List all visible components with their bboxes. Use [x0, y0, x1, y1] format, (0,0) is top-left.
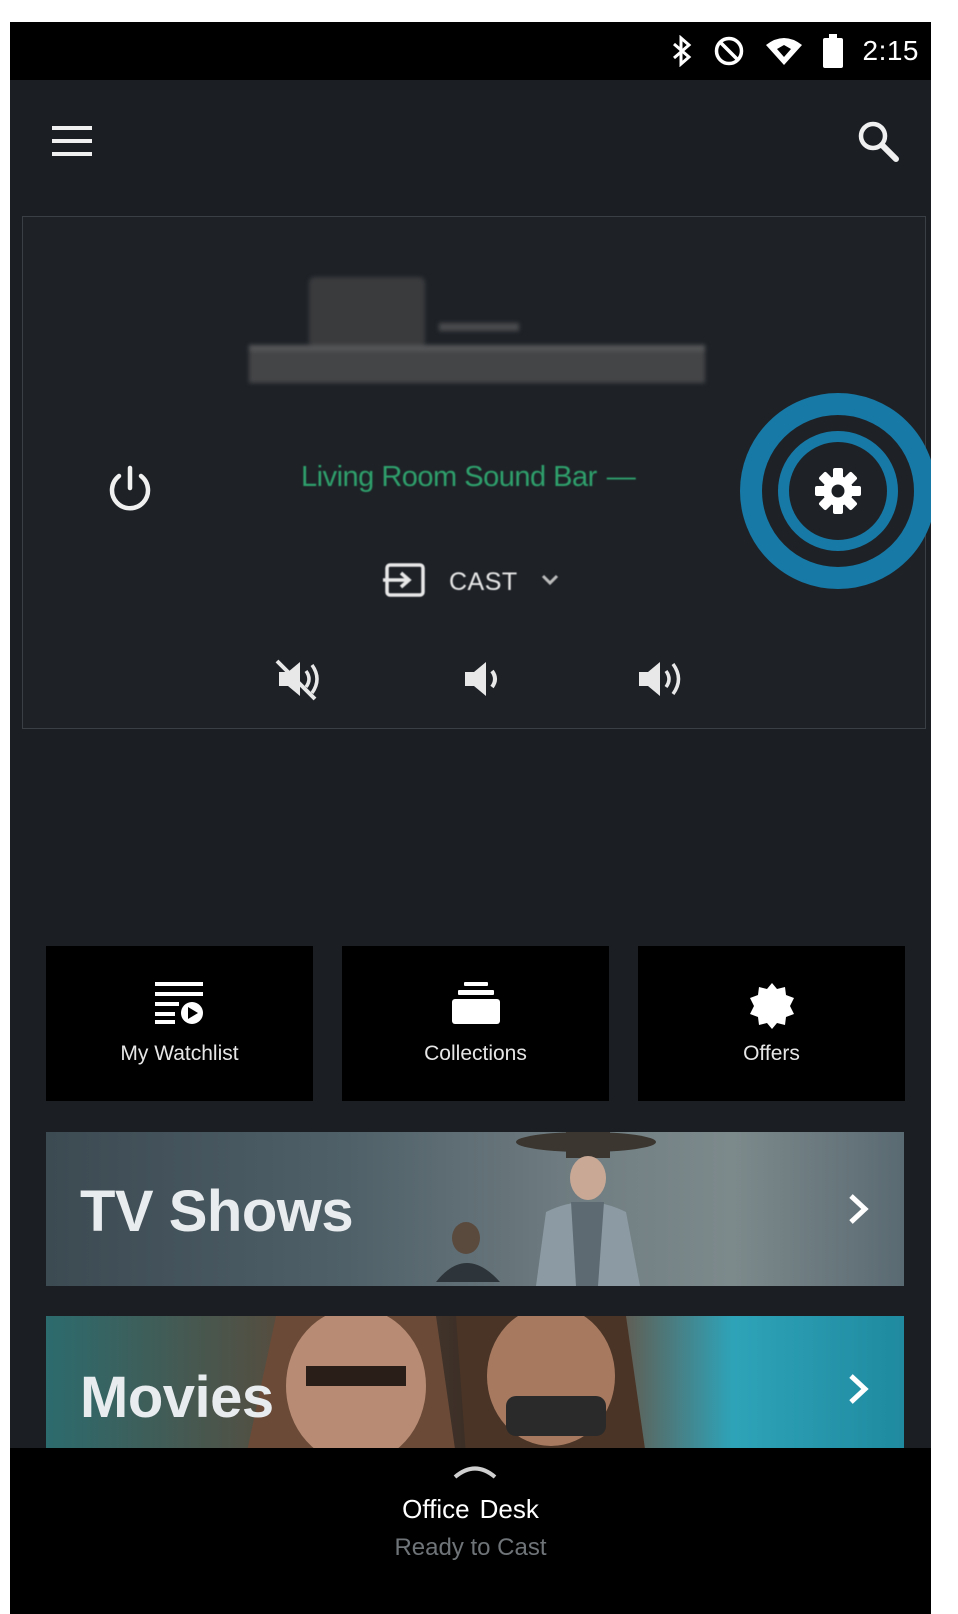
banner-title: TV Shows	[80, 1179, 354, 1244]
device-name-dash: —	[606, 461, 636, 493]
watchlist-icon	[154, 982, 205, 1029]
tile-label: Offers	[743, 1042, 800, 1065]
banner-tv-shows[interactable]: TV Shows	[46, 1132, 904, 1286]
offers-badge-icon	[748, 982, 796, 1035]
power-icon[interactable]	[103, 463, 157, 517]
tile-label: Collections	[424, 1042, 527, 1065]
tv-shows-artwork	[436, 1132, 656, 1286]
status-bar: 2:15	[10, 22, 931, 80]
input-source-label: CAST	[449, 568, 518, 596]
cast-status: Ready to Cast	[394, 1534, 547, 1561]
movies-artwork	[246, 1316, 646, 1456]
sound-bar-image	[249, 267, 709, 397]
tile-offers[interactable]: Offers	[638, 946, 905, 1101]
chevron-right-icon	[849, 1374, 869, 1404]
cast-device-name: Office Desk	[10, 1494, 931, 1525]
cast-device-name-second: Desk	[479, 1494, 539, 1524]
tile-my-watchlist[interactable]: My Watchlist	[46, 946, 313, 1101]
wifi-icon	[765, 36, 803, 66]
app-screen: 2:15 Living Room Sound Bar — CAST My Wat…	[10, 22, 931, 1614]
device-name-label: Living Room Sound Bar	[301, 461, 597, 493]
tile-collections[interactable]: Collections	[342, 946, 609, 1101]
collections-icon	[451, 982, 500, 1029]
bluetooth-icon	[671, 35, 693, 67]
status-time: 2:15	[862, 35, 919, 66]
mute-icon[interactable]	[275, 655, 331, 703]
chevron-up-icon	[453, 1466, 497, 1479]
gear-icon	[813, 466, 863, 516]
app-bar	[10, 80, 931, 200]
menu-icon[interactable]	[50, 122, 94, 162]
chevron-down-icon	[540, 573, 560, 592]
cast-device-bar[interactable]: Office Desk Ready to Cast	[10, 1448, 931, 1614]
input-source-icon	[383, 562, 427, 603]
do-not-disturb-icon	[713, 35, 745, 67]
device-name[interactable]: Living Room Sound Bar —	[301, 461, 636, 494]
search-icon[interactable]	[855, 118, 901, 164]
chevron-right-icon	[849, 1194, 869, 1224]
battery-icon	[822, 34, 843, 68]
tile-label: My Watchlist	[120, 1042, 239, 1065]
input-source-selector[interactable]: CAST	[383, 562, 560, 603]
banner-title: Movies	[80, 1365, 274, 1430]
banner-movies[interactable]: Movies	[46, 1316, 904, 1456]
volume-up-icon[interactable]	[635, 655, 691, 703]
cast-device-name-first: Office	[402, 1494, 470, 1524]
volume-down-icon[interactable]	[459, 655, 515, 703]
settings-button[interactable]	[740, 393, 931, 589]
